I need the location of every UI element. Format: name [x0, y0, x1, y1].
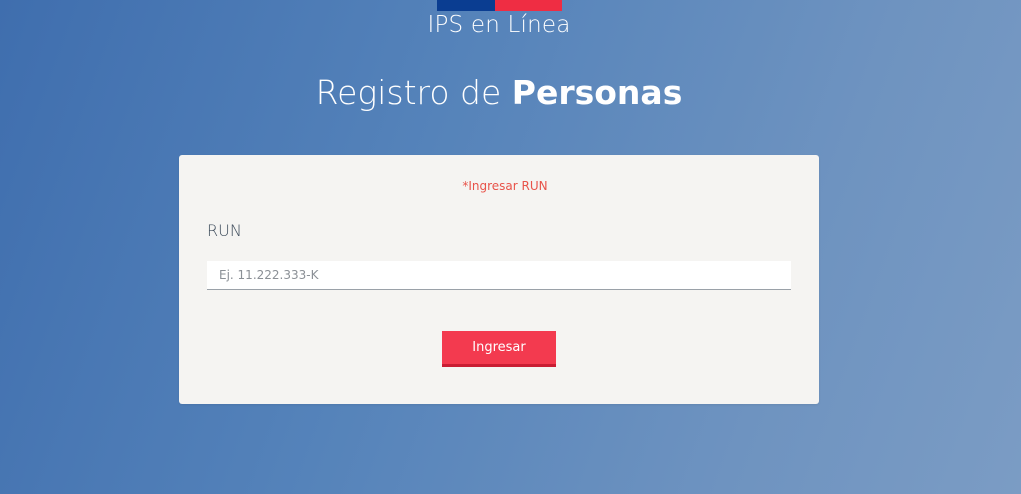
run-input[interactable] — [207, 261, 791, 290]
flag-blue-stripe — [437, 0, 495, 11]
login-card: *Ingresar RUN RUN Ingresar — [179, 155, 819, 404]
flag-red-stripe — [495, 0, 562, 11]
ingresar-button[interactable]: Ingresar — [442, 331, 556, 367]
run-label: RUN — [207, 221, 242, 240]
brand-name: IPS en Línea — [427, 12, 571, 38]
gov-flag-bar — [437, 0, 562, 11]
page-title: Registro de Personas — [0, 73, 998, 112]
error-message: *Ingresar RUN — [462, 179, 548, 193]
page-title-regular: Registro de — [315, 73, 512, 112]
page-title-bold: Personas — [511, 73, 683, 112]
